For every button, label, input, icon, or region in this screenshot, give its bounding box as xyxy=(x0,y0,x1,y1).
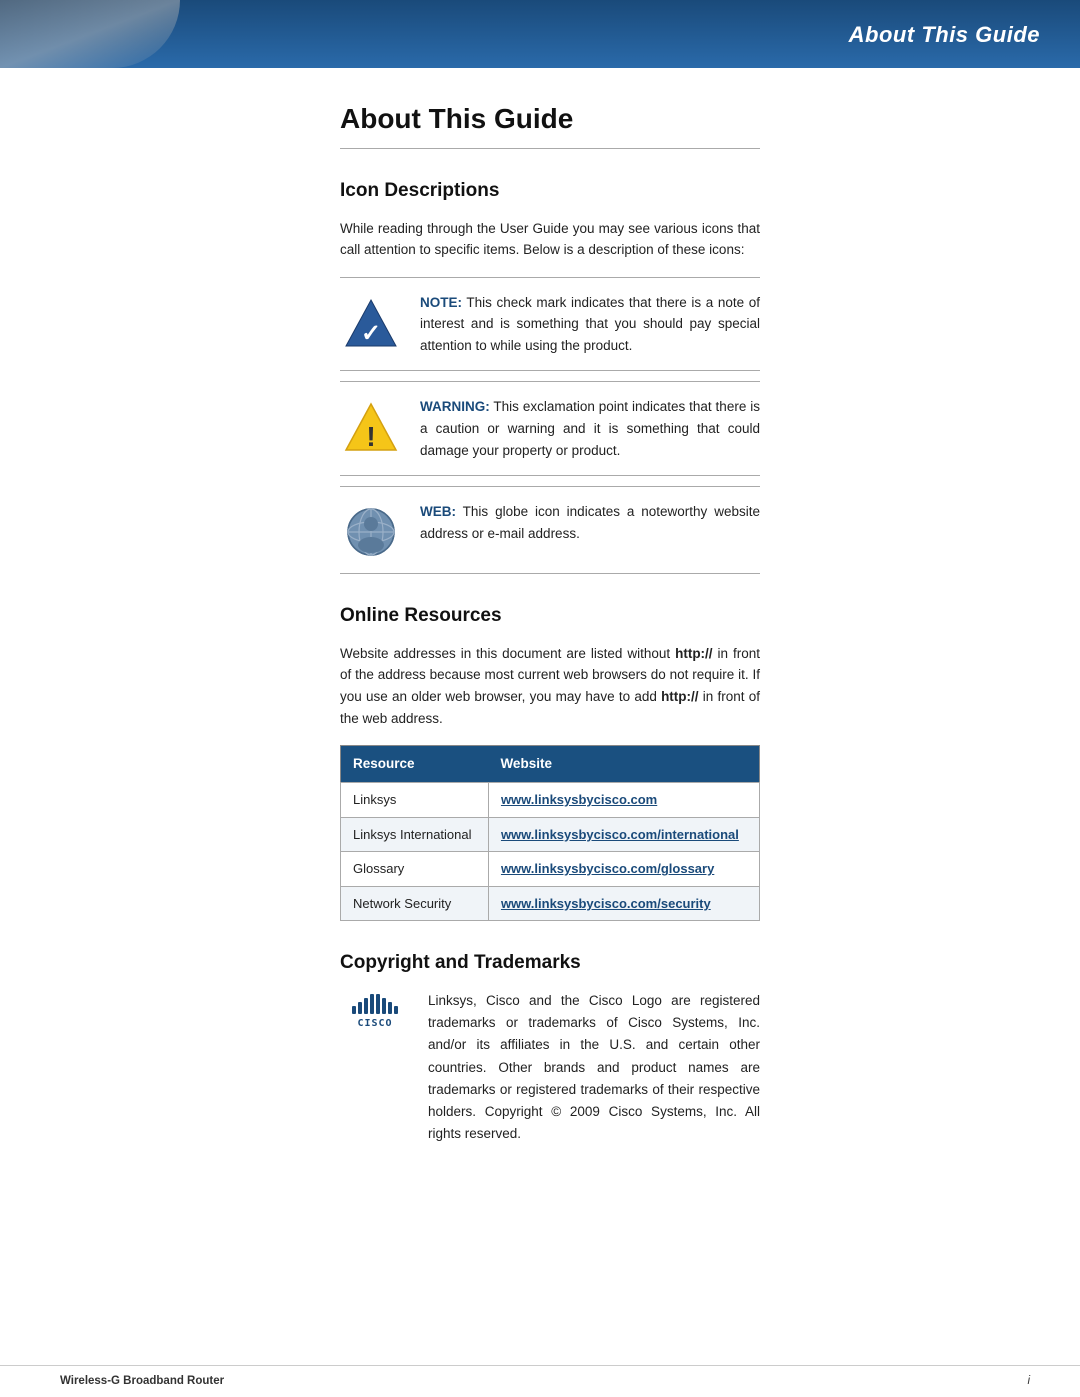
resource-security: Network Security xyxy=(341,886,489,921)
icon-descriptions-intro: While reading through the User Guide you… xyxy=(340,218,760,261)
table-row: Glossary www.linksysbycisco.com/glossary xyxy=(341,852,760,887)
warning-icon: ! xyxy=(344,400,398,454)
resource-linksys-intl: Linksys International xyxy=(341,817,489,852)
web-icon xyxy=(344,505,398,559)
website-security: www.linksysbycisco.com/security xyxy=(488,886,759,921)
warning-icon-row: ! WARNING: This exclamation point indica… xyxy=(340,381,760,476)
page-title: About This Guide xyxy=(340,98,760,149)
table-header-row: Resource Website xyxy=(341,746,760,783)
cisco-bar xyxy=(364,998,368,1014)
footer-page: i xyxy=(1027,1373,1030,1390)
warning-label: WARNING: xyxy=(420,399,490,414)
page-footer: Wireless-G Broadband Router i xyxy=(0,1365,1080,1397)
table-row: Linksys www.linksysbycisco.com xyxy=(341,783,760,818)
copyright-row: CISCO Linksys, Cisco and the Cisco Logo … xyxy=(340,990,760,1146)
cisco-bar xyxy=(358,1002,362,1014)
note-label: NOTE: xyxy=(420,295,462,310)
cisco-bar xyxy=(376,994,380,1014)
web-label: WEB: xyxy=(420,504,456,519)
resource-linksys: Linksys xyxy=(341,783,489,818)
header-title: About This Guide xyxy=(849,18,1040,51)
icon-descriptions-heading: Icon Descriptions xyxy=(340,177,760,206)
note-icon-cell: ✓ xyxy=(340,292,402,350)
note-desc: NOTE: This check mark indicates that the… xyxy=(420,292,760,357)
header-bar: About This Guide xyxy=(0,0,1080,68)
copyright-heading: Copyright and Trademarks xyxy=(340,949,760,978)
cisco-bar xyxy=(394,1006,398,1014)
note-icon: ✓ xyxy=(344,296,398,350)
website-linksys: www.linksysbycisco.com xyxy=(488,783,759,818)
header-decoration xyxy=(0,0,180,68)
table-row: Network Security www.linksysbycisco.com/… xyxy=(341,886,760,921)
copyright-section: Copyright and Trademarks CISCO Linksys, … xyxy=(340,949,760,1145)
web-icon-cell xyxy=(340,501,402,559)
website-linksys-intl: www.linksysbycisco.com/international xyxy=(488,817,759,852)
svg-text:!: ! xyxy=(366,421,375,452)
note-text: This check mark indicates that there is … xyxy=(420,295,760,353)
online-resources-heading: Online Resources xyxy=(340,602,760,631)
web-icon-row: WEB: This globe icon indicates a notewor… xyxy=(340,486,760,574)
svg-text:✓: ✓ xyxy=(361,320,381,347)
resource-glossary: Glossary xyxy=(341,852,489,887)
online-resources-section: Online Resources Website addresses in th… xyxy=(340,602,760,921)
main-content: About This Guide Icon Descriptions While… xyxy=(280,68,800,1206)
cisco-logo: CISCO xyxy=(340,990,410,1031)
online-resources-text: Website addresses in this document are l… xyxy=(340,643,760,729)
col-website: Website xyxy=(488,746,759,783)
cisco-bar xyxy=(352,1006,356,1014)
col-resource: Resource xyxy=(341,746,489,783)
website-glossary: www.linksysbycisco.com/glossary xyxy=(488,852,759,887)
cisco-bar xyxy=(382,998,386,1014)
note-icon-row: ✓ NOTE: This check mark indicates that t… xyxy=(340,277,760,372)
cisco-logo-text: CISCO xyxy=(357,1016,392,1031)
warning-desc: WARNING: This exclamation point indicate… xyxy=(420,396,760,461)
warning-icon-cell: ! xyxy=(340,396,402,454)
table-row: Linksys International www.linksysbycisco… xyxy=(341,817,760,852)
copyright-text: Linksys, Cisco and the Cisco Logo are re… xyxy=(428,990,760,1146)
cisco-bar xyxy=(370,994,374,1014)
footer-product: Wireless-G Broadband Router xyxy=(60,1373,224,1390)
web-text: This globe icon indicates a noteworthy w… xyxy=(420,504,760,541)
resources-table: Resource Website Linksys www.linksysbyci… xyxy=(340,745,760,921)
icon-descriptions-section: Icon Descriptions While reading through … xyxy=(340,177,760,574)
web-desc: WEB: This globe icon indicates a notewor… xyxy=(420,501,760,544)
cisco-bar xyxy=(388,1002,392,1014)
cisco-bars xyxy=(352,994,398,1014)
